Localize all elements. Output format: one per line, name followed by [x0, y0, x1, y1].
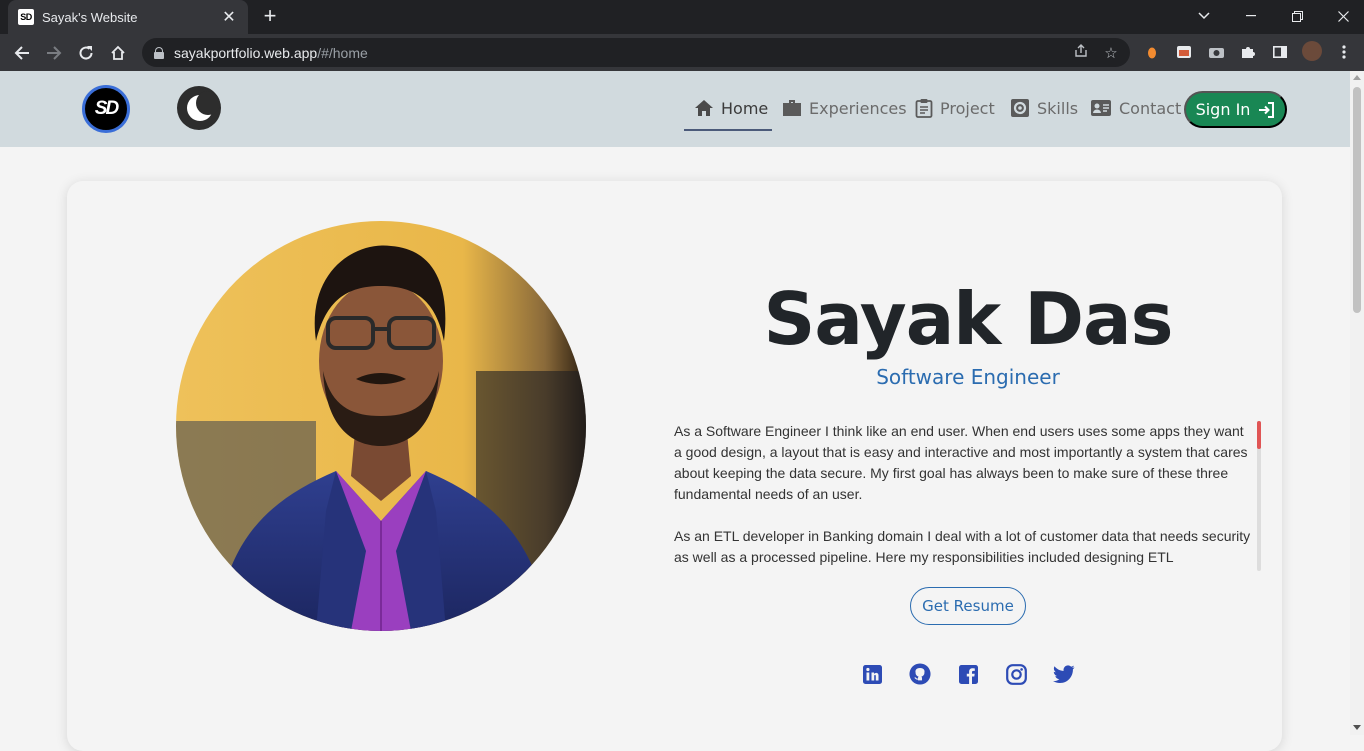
github-icon[interactable]: [909, 663, 931, 685]
profile-avatar[interactable]: [1302, 41, 1322, 61]
browser-tab[interactable]: SD Sayak's Website ✕: [8, 0, 248, 34]
tab-favicon-icon: SD: [18, 9, 34, 25]
browser-toolbar: sayakportfolio.web.app/#/home ☆: [0, 34, 1364, 71]
briefcase-icon: [783, 100, 801, 116]
tab-title: Sayak's Website: [42, 9, 138, 25]
site-logo[interactable]: SD: [82, 85, 130, 133]
nav-home[interactable]: Home: [694, 95, 768, 121]
extensions-puzzle-icon[interactable]: [1240, 43, 1256, 61]
bio-scrollbar[interactable]: [1257, 421, 1261, 571]
back-button[interactable]: [8, 39, 36, 67]
get-resume-button[interactable]: Get Resume: [910, 587, 1026, 625]
site-header: SD Home Experiences Project Skills Conta…: [0, 71, 1350, 147]
share-icon[interactable]: [1072, 44, 1090, 62]
sign-in-button[interactable]: Sign In: [1184, 91, 1287, 128]
scroll-up-arrow[interactable]: [1353, 75, 1361, 80]
home-button[interactable]: [104, 39, 132, 67]
nav-skills[interactable]: Skills: [1010, 95, 1078, 121]
profile-name: Sayak Das: [763, 277, 1174, 361]
instagram-icon[interactable]: [1005, 663, 1027, 685]
address-bar[interactable]: sayakportfolio.web.app/#/home ☆: [142, 38, 1130, 67]
profile-card: Sayak Das Software Engineer As a Softwar…: [67, 181, 1282, 751]
facebook-icon[interactable]: [957, 663, 979, 685]
tab-close-icon[interactable]: ✕: [220, 7, 238, 27]
close-window-button[interactable]: [1329, 4, 1357, 28]
menu-kebab-icon[interactable]: [1336, 43, 1352, 61]
minimize-button[interactable]: [1237, 4, 1265, 28]
nav-contact-label: Contact: [1119, 98, 1182, 118]
restore-button[interactable]: [1283, 4, 1311, 28]
sign-in-label: Sign In: [1195, 100, 1251, 119]
home-icon: [695, 100, 713, 116]
page-scrollbar[interactable]: [1350, 71, 1364, 735]
reload-button[interactable]: [72, 39, 100, 67]
dark-mode-toggle[interactable]: [177, 86, 221, 130]
new-tab-button[interactable]: +: [258, 5, 282, 29]
tab-search-icon[interactable]: [1190, 4, 1218, 28]
bio-scrollbar-thumb[interactable]: [1257, 421, 1261, 449]
profile-bio[interactable]: As a Software Engineer I think like an e…: [674, 421, 1254, 571]
extension-orange-icon[interactable]: [1144, 43, 1160, 61]
url-path: /#/home: [317, 44, 368, 61]
active-nav-indicator: [684, 129, 772, 131]
profile-photo: [176, 221, 586, 631]
profile-role: Software Engineer: [876, 365, 1060, 389]
sign-in-icon: [1259, 101, 1275, 118]
page-scrollbar-thumb[interactable]: [1353, 87, 1361, 313]
bio-paragraph: As a Software Engineer I think like an e…: [674, 423, 1248, 502]
forward-button[interactable]: [40, 39, 68, 67]
nav-home-label: Home: [721, 98, 769, 118]
bookmark-star-icon[interactable]: ☆: [1102, 44, 1120, 62]
nav-skills-label: Skills: [1037, 98, 1079, 118]
nav-project[interactable]: Project: [915, 95, 995, 121]
nav-experiences[interactable]: Experiences: [782, 95, 907, 121]
camera-icon[interactable]: [1208, 43, 1224, 61]
gear-icon: [1011, 99, 1029, 117]
clipboard-icon: [915, 99, 933, 118]
main-content: Sayak Das Software Engineer As a Softwar…: [0, 147, 1350, 751]
scroll-down-arrow[interactable]: [1353, 725, 1361, 730]
lock-icon[interactable]: [154, 46, 164, 59]
side-panel-icon[interactable]: [1272, 43, 1288, 61]
bio-paragraph: As an ETL developer in Banking domain I …: [674, 528, 1251, 565]
browser-tab-bar: SD Sayak's Website ✕ +: [0, 0, 1364, 34]
linkedin-icon[interactable]: [861, 663, 883, 685]
twitter-icon[interactable]: [1053, 663, 1075, 685]
extension-image-icon[interactable]: [1176, 43, 1192, 61]
nav-contact[interactable]: Contact: [1090, 95, 1181, 121]
nav-project-label: Project: [940, 98, 995, 118]
nav-experiences-label: Experiences: [809, 98, 907, 118]
contact-card-icon: [1091, 100, 1111, 116]
url-host: sayakportfolio.web.app: [174, 44, 318, 61]
